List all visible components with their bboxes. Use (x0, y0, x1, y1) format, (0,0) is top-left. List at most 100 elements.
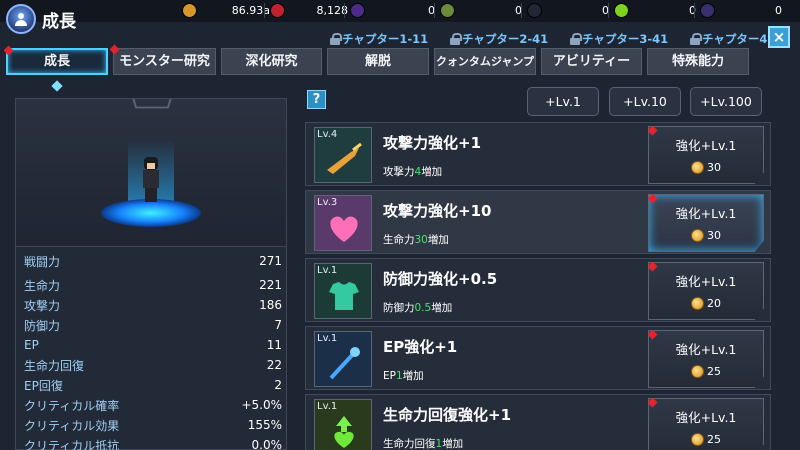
stat-label: クリティカル抵抗 (24, 438, 120, 450)
cost-value: 30 (707, 229, 721, 242)
gold-coin-icon (182, 3, 197, 18)
lock-icon (330, 33, 342, 45)
stat-row-crit-resist: クリティカル抵抗 0.0% (24, 435, 282, 450)
upgrade-thumbnail: Lv.1 (314, 331, 372, 387)
sword-icon (325, 142, 363, 178)
character-panel: 戦闘力 271 生命力 221 攻撃力 186 防御力 7 EP 11 生命力回復 22 E… (15, 98, 287, 450)
resource-black-orb: 0 (527, 2, 609, 19)
stat-label: 攻撃力 (24, 298, 61, 313)
armor-icon (325, 278, 363, 314)
chapter-1-lock[interactable]: チャプター1-11 (330, 31, 444, 47)
stat-row-ep-regen: EP回復 2 (24, 375, 282, 395)
notification-dot (109, 44, 120, 55)
upgrade-level: Lv.4 (317, 129, 338, 140)
frame-notch (132, 98, 172, 109)
upgrade-cost: 30 (649, 161, 763, 174)
gear-ring-icon (440, 3, 455, 18)
tab-quantum-jump[interactable]: クォンタムジャンプ (434, 48, 536, 75)
desc-stat: 防御力 (383, 302, 415, 314)
upgrade-button-label: 強化+Lv.1 (675, 138, 737, 153)
stat-value: 221 (259, 278, 282, 292)
help-button[interactable]: ? (307, 90, 326, 109)
upgrade-cost: 25 (649, 433, 763, 446)
resource-divider (694, 3, 695, 18)
character-showcase (16, 98, 286, 247)
level-step-100-button[interactable]: +Lv.100 (690, 87, 762, 116)
active-tab-indicator (51, 80, 63, 92)
notification-dot (648, 194, 658, 204)
resource-divider (264, 3, 265, 18)
close-button[interactable]: × (768, 26, 790, 48)
growth-icon (6, 4, 36, 34)
lock-icon (690, 33, 702, 45)
notification-dot (648, 330, 658, 340)
upgrade-thumbnail: Lv.3 (314, 195, 372, 251)
upgrade-list: Lv.4 攻撃力強化+1 攻撃力4増加 強化+Lv.1 30 Lv.3 攻撃力強化+10 生命… (305, 122, 771, 450)
stat-label: クリティカル確率 (24, 398, 120, 413)
upgrade-button-label: 強化+Lv.1 (675, 342, 737, 357)
resource-gear-ring: 0 (440, 2, 522, 19)
tab-monster-research[interactable]: モンスター研究 (109, 44, 216, 75)
level-step-1-button[interactable]: +Lv.1 (527, 87, 599, 116)
coin-icon (691, 229, 704, 242)
tab-bar: 成長 モンスター研究 深化研究 解脱 クォンタムジャンプ アビリティー 特殊能力 (3, 44, 749, 75)
stat-label: 生命力回復 (24, 358, 85, 373)
tab-label: アビリティー (552, 54, 631, 69)
resource-divider (521, 3, 522, 18)
chapter-3-lock[interactable]: チャプター3-41 (570, 31, 684, 47)
heart-icon (325, 210, 363, 246)
coin-icon (691, 297, 704, 310)
upgrade-cost: 20 (649, 297, 763, 310)
upgrade-cost: 30 (649, 229, 763, 242)
stat-value: 155% (247, 418, 282, 432)
tab-label: クォンタムジャンプ (435, 54, 535, 68)
upgrade-button[interactable]: 強化+Lv.1 20 (648, 262, 764, 320)
upgrade-button[interactable]: 強化+Lv.1 30 (648, 126, 764, 184)
tab-ability[interactable]: アビリティー (541, 48, 642, 75)
upgrade-title: 攻撃力強化+10 (383, 202, 492, 220)
notification-dot (648, 126, 658, 136)
upgrade-button[interactable]: 強化+Lv.1 25 (648, 398, 764, 450)
upgrade-cost: 25 (649, 365, 763, 378)
notification-dot (648, 262, 658, 272)
purple-shard-icon (350, 3, 365, 18)
upgrade-thumbnail: Lv.1 (314, 399, 372, 450)
chapter-label: チャプター3-41 (582, 32, 669, 46)
stat-row-crit-rate: クリティカル確率 +5.0% (24, 395, 282, 415)
tab-label: 成長 (43, 54, 70, 69)
desc-suffix: 増加 (402, 370, 424, 382)
tab-growth[interactable]: 成長 (3, 45, 108, 75)
cost-value: 25 (707, 433, 721, 446)
resource-purple-shard: 0 (350, 2, 435, 19)
upgrade-level: Lv.1 (317, 333, 338, 344)
upgrade-button-label: 強化+Lv.1 (675, 206, 737, 221)
tab-label: モンスター研究 (119, 54, 210, 69)
upgrade-button[interactable]: 強化+Lv.1 25 (648, 330, 764, 388)
upgrade-level: Lv.1 (317, 401, 338, 412)
chapter-locks: チャプター1-11 チャプター2-41 チャプター3-41 チャプター4-41 (330, 31, 800, 47)
level-step-10-button[interactable]: +Lv.10 (609, 87, 681, 116)
coin-icon (691, 161, 704, 174)
stat-value: 271 (259, 254, 282, 268)
stat-row-attack: 攻撃力 186 (24, 295, 282, 315)
screen-header: 成長 (6, 4, 76, 34)
cost-value: 20 (707, 297, 721, 310)
coin-icon (691, 433, 704, 446)
green-gem-icon (614, 3, 629, 18)
tab-deep-research[interactable]: 深化研究 (221, 48, 322, 75)
upgrade-thumbnail: Lv.1 (314, 263, 372, 319)
chapter-2-lock[interactable]: チャプター2-41 (450, 31, 564, 47)
tab-special-ability[interactable]: 特殊能力 (647, 48, 749, 75)
lock-icon (570, 33, 582, 45)
upgrade-button[interactable]: 強化+Lv.1 30 (648, 194, 764, 252)
stat-value: 11 (266, 338, 282, 352)
stat-label: EP (24, 338, 39, 352)
coin-icon (691, 365, 704, 378)
red-gem-icon (270, 3, 285, 18)
tab-liberation[interactable]: 解脱 (327, 48, 429, 75)
desc-amount: 1 (395, 370, 403, 382)
upgrade-item: Lv.1 生命力回復強化+1 生命力回復1増加 強化+Lv.1 25 (305, 394, 771, 450)
upgrade-description: 生命力30増加 (383, 232, 449, 247)
stat-label: 防御力 (24, 318, 61, 333)
stat-row-combat-power: 戦闘力 271 (24, 251, 282, 271)
